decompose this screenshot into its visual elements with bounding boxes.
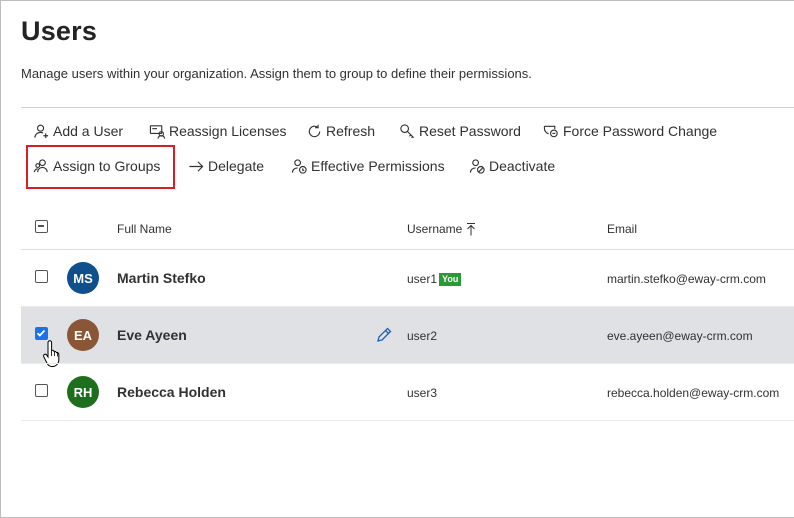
reset-password-label: Reset Password	[419, 123, 521, 139]
permissions-icon	[290, 157, 308, 175]
user-full-name[interactable]: Eve Ayeen	[117, 327, 187, 343]
user-email: martin.stefko@eway-crm.com	[607, 272, 766, 286]
user-full-name[interactable]: Rebecca Holden	[117, 384, 226, 400]
select-all-checkbox[interactable]	[35, 220, 48, 233]
row-checkbox[interactable]	[35, 384, 48, 397]
reassign-licenses-button[interactable]: Reassign Licenses	[148, 120, 287, 142]
user-email: rebecca.holden@eway-crm.com	[607, 386, 780, 400]
avatar: MS	[67, 262, 99, 294]
key-icon	[398, 122, 416, 140]
refresh-label: Refresh	[326, 123, 376, 139]
user-username: user1	[407, 272, 438, 286]
column-header-email[interactable]: Email	[607, 222, 637, 236]
sort-ascending-icon	[467, 223, 476, 236]
edit-icon[interactable]	[375, 326, 393, 344]
reassign-licenses-label: Reassign Licenses	[169, 123, 287, 139]
force-password-change-label: Force Password Change	[563, 123, 718, 139]
deactivate-button[interactable]: Deactivate	[468, 155, 555, 177]
row-divider	[21, 420, 794, 421]
deactivate-label: Deactivate	[489, 158, 556, 174]
reset-password-button[interactable]: Reset Password	[398, 120, 521, 142]
column-header-full-name[interactable]: Full Name	[117, 222, 172, 236]
add-user-button[interactable]: Add a User	[32, 120, 123, 142]
reassign-licenses-icon	[148, 122, 166, 140]
arrow-right-icon	[187, 157, 205, 175]
divider	[21, 107, 794, 108]
user-username: user3	[407, 386, 438, 400]
force-password-change-button[interactable]: Force Password Change	[542, 120, 717, 142]
refresh-button[interactable]: Refresh	[305, 120, 375, 142]
avatar: EA	[67, 319, 99, 351]
shield-key-icon	[542, 122, 560, 140]
column-header-username[interactable]: Username	[407, 222, 476, 236]
group-icon	[32, 157, 50, 175]
user-full-name[interactable]: Martin Stefko	[117, 270, 206, 286]
column-header-username-label: Username	[407, 222, 463, 236]
add-user-label: Add a User	[53, 123, 124, 139]
page-description: Manage users within your organization. A…	[21, 66, 532, 81]
refresh-icon	[305, 122, 323, 140]
delegate-button[interactable]: Delegate	[187, 155, 264, 177]
user-username: user2	[407, 329, 438, 343]
row-checkbox-checked[interactable]	[35, 327, 48, 340]
deactivate-icon	[468, 157, 486, 175]
row-checkbox[interactable]	[35, 270, 48, 283]
assign-to-groups-label: Assign to Groups	[53, 158, 161, 174]
assign-to-groups-button[interactable]: Assign to Groups	[32, 155, 160, 177]
page-title: Users	[21, 16, 98, 46]
avatar: RH	[67, 376, 99, 408]
you-badge: You	[439, 273, 462, 286]
user-email: eve.ayeen@eway-crm.com	[607, 329, 753, 343]
effective-permissions-label: Effective Permissions	[311, 158, 445, 174]
add-user-icon	[32, 122, 50, 140]
effective-permissions-button[interactable]: Effective Permissions	[290, 155, 445, 177]
delegate-label: Delegate	[208, 158, 265, 174]
